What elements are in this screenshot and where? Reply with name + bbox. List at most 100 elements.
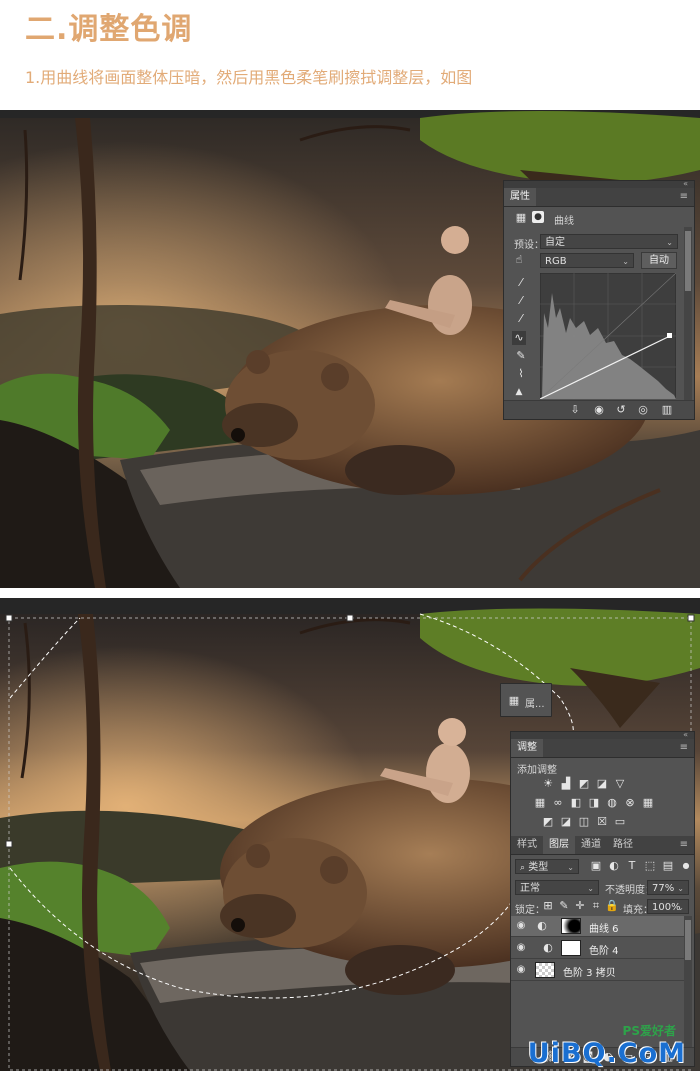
blend-mode-select[interactable]: 正常 ⌄: [515, 880, 599, 895]
layer-mask-thumbnail[interactable]: [561, 918, 581, 934]
exposure-icon[interactable]: ◪: [595, 777, 609, 791]
add-adjustment-label: 添加调整: [517, 765, 557, 776]
opacity-value: 77%: [652, 883, 675, 894]
tab-adjustments[interactable]: 调整: [511, 739, 543, 757]
vibrance-icon[interactable]: ▦: [533, 796, 547, 810]
layer-name: 色阶 4: [589, 946, 619, 957]
shape-filter-icon[interactable]: ⬚: [643, 859, 657, 873]
properties-icon: ▦: [508, 694, 520, 707]
screenshot-after: ▦ 属... « 调整 ≡ 添加调整 ☀ ▟ ◩ ◪ ▽ ▦ ∞ ◧ ◨ ◍ ⊗ ▦ ◩ ◪ ◫ ☒ ▭ 样式 …: [0, 598, 700, 1071]
layers-tabbar: 样式 图层 通道 路径 ≡: [511, 836, 694, 855]
layer-row[interactable]: ◉ ◐ 色阶 4: [511, 938, 684, 959]
smart-filter-icon[interactable]: ▤: [661, 859, 675, 873]
panel-menu-icon[interactable]: ≡: [680, 839, 688, 850]
gradient-map-icon[interactable]: ▭: [613, 815, 627, 829]
fill-field[interactable]: 100% ⌄: [647, 899, 689, 914]
lock-transparent-icon[interactable]: ⊞: [541, 899, 555, 913]
collapsed-properties-panel[interactable]: ▦ 属...: [500, 683, 552, 717]
layer-mask-thumbnail[interactable]: [561, 940, 581, 956]
tab-paths[interactable]: 路径: [607, 836, 639, 854]
chevron-down-icon: ⌄: [677, 884, 684, 893]
photo-filter-icon[interactable]: ◍: [605, 796, 619, 810]
step-instruction: 1.用曲线将画面整体压暗，然后用黑色柔笔刷擦拭调整层，如图: [25, 68, 473, 87]
pencil-icon[interactable]: ✎: [514, 349, 528, 363]
trash-icon[interactable]: ▥: [660, 403, 674, 417]
channel-select[interactable]: RGB ⌄: [540, 253, 634, 268]
layer-thumbnail[interactable]: [535, 962, 555, 978]
triangle-icon[interactable]: ▽: [613, 777, 627, 791]
eye-icon[interactable]: ◉: [515, 920, 527, 932]
curves-icon[interactable]: ◩: [577, 777, 591, 791]
lock-position-icon[interactable]: ✛: [573, 899, 587, 913]
lock-pixels-icon[interactable]: ✎: [557, 899, 571, 913]
properties-tabbar: 属性 ≡: [504, 188, 694, 207]
eyedropper-gray-icon[interactable]: ⁄: [514, 294, 528, 308]
channel-mixer-icon[interactable]: ⊗: [623, 796, 637, 810]
tab-layers[interactable]: 图层: [543, 836, 575, 854]
curves-graph[interactable]: [540, 273, 676, 399]
clip-icon[interactable]: ⇩: [568, 403, 582, 417]
levels-icon[interactable]: ▟: [559, 777, 573, 791]
section-title: 二.调整色调: [25, 12, 193, 47]
collapse-icon[interactable]: «: [683, 179, 688, 188]
chevron-down-icon: ⌄: [622, 257, 629, 266]
mask-icon[interactable]: ●: [532, 211, 544, 223]
layers-scrollbar[interactable]: [684, 916, 692, 1048]
lock-all-icon[interactable]: 🔒: [605, 899, 619, 913]
opacity-field[interactable]: 77% ⌄: [647, 880, 689, 895]
color-balance-icon[interactable]: ◧: [569, 796, 583, 810]
panel-grip[interactable]: «: [511, 730, 694, 739]
bw-icon[interactable]: ◨: [587, 796, 601, 810]
adjustments-layers-panel: « 调整 ≡ 添加调整 ☀ ▟ ◩ ◪ ▽ ▦ ∞ ◧ ◨ ◍ ⊗ ▦ ◩ ◪ ◫ ☒ ▭ 样式 图层 通道 路…: [510, 730, 695, 1067]
collapse-icon[interactable]: «: [683, 730, 688, 739]
eyedropper-black-icon[interactable]: ⁄: [514, 276, 528, 290]
chevron-down-icon: ⌄: [567, 863, 574, 872]
scrollbar-thumb[interactable]: [685, 231, 691, 291]
view-previous-icon[interactable]: ◉: [592, 403, 606, 417]
selective-color-icon[interactable]: ☒: [595, 815, 609, 829]
filter-toggle-icon[interactable]: ●: [679, 859, 693, 873]
lock-artboard-icon[interactable]: ⌗: [589, 899, 603, 913]
type-filter-icon[interactable]: T: [625, 859, 639, 873]
layer-row[interactable]: ◉ 色阶 3 拷贝: [511, 960, 684, 981]
tab-properties[interactable]: 属性: [504, 188, 536, 206]
search-icon: ⌕: [520, 863, 526, 873]
panel-menu-icon[interactable]: ≡: [680, 742, 688, 753]
eye-icon[interactable]: ◉: [515, 964, 527, 976]
fill-value: 100%: [652, 902, 681, 913]
brightness-icon[interactable]: ☀: [541, 777, 555, 791]
smooth-icon[interactable]: ⌇: [514, 367, 528, 381]
channel-value: RGB: [545, 256, 567, 267]
eyedropper-white-icon[interactable]: ⁄: [514, 312, 528, 326]
hand-target-icon[interactable]: ☝: [512, 253, 526, 267]
reset-icon[interactable]: ↺: [614, 403, 628, 417]
preset-select[interactable]: 自定 ⌄: [540, 234, 678, 249]
watermark-small: PS爱好者: [622, 1024, 676, 1038]
tab-channels[interactable]: 通道: [575, 836, 607, 854]
adjust-filter-icon[interactable]: ◐: [607, 859, 621, 873]
pixel-filter-icon[interactable]: ▣: [589, 859, 603, 873]
curves-adjust-icon: ▦: [515, 211, 527, 224]
layer-row[interactable]: ◉ ◐ 曲线 6: [511, 916, 684, 937]
hue-sat-icon[interactable]: ∞: [551, 796, 565, 810]
posterize-icon[interactable]: ◪: [559, 815, 573, 829]
eye-icon[interactable]: ◉: [515, 942, 527, 954]
chevron-down-icon: ⌄: [677, 903, 684, 912]
panel-menu-icon[interactable]: ≡: [680, 191, 688, 202]
auto-button[interactable]: 自动: [641, 252, 677, 269]
threshold-icon[interactable]: ◫: [577, 815, 591, 829]
invert-icon[interactable]: ◩: [541, 815, 555, 829]
properties-scrollbar[interactable]: [684, 227, 692, 403]
layer-name: 色阶 3 拷贝: [563, 968, 616, 979]
chevron-down-icon: ⌄: [587, 884, 594, 893]
properties-footer: ⇩ ◉ ↺ ◎ ▥: [504, 400, 694, 419]
adjustment-layer-icon: ◐: [543, 941, 553, 954]
panel-grip[interactable]: «: [504, 179, 694, 188]
color-lookup-icon[interactable]: ▦: [641, 796, 655, 810]
layer-filter-select[interactable]: ⌕ 类型 ⌄: [515, 859, 579, 874]
tab-styles[interactable]: 样式: [511, 836, 543, 854]
visibility-icon[interactable]: ◎: [636, 403, 650, 417]
curve-point-tool-icon[interactable]: ∿: [512, 331, 526, 345]
chevron-down-icon: ⌄: [666, 238, 673, 247]
scrollbar-thumb[interactable]: [685, 920, 691, 960]
